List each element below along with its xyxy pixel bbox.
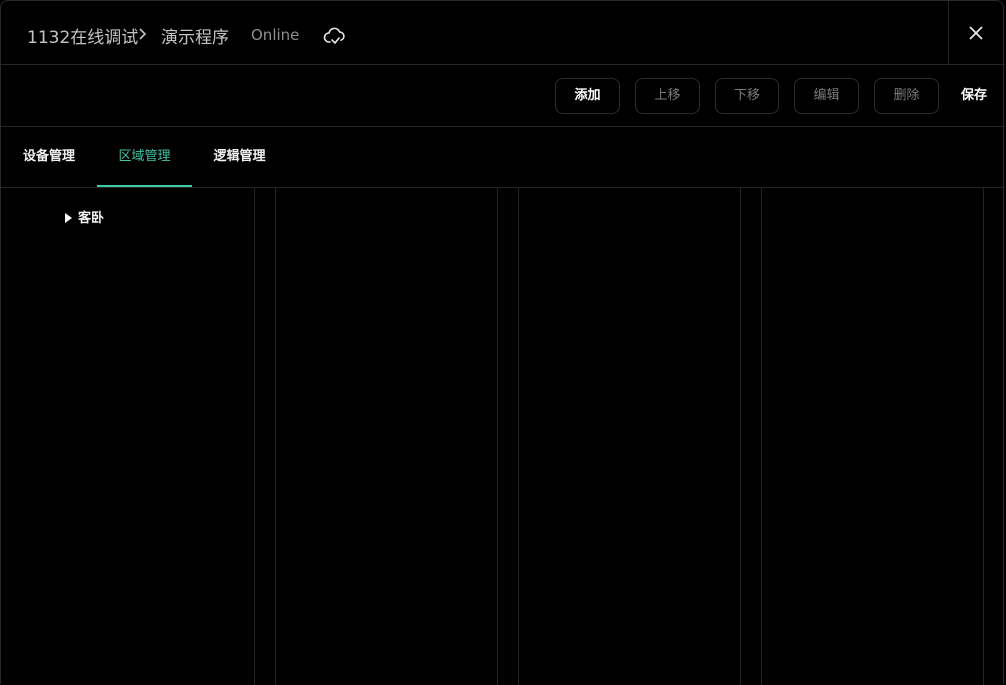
debug-window: 1132在线调试 演示程序 Online 添加 上移 下移 编辑 删除 保存 设…	[0, 0, 1005, 685]
caret-right-icon[interactable]	[65, 213, 72, 223]
close-button[interactable]	[948, 1, 1005, 65]
tab-area-management[interactable]: 区域管理	[97, 127, 192, 187]
column-divider	[740, 188, 741, 685]
column-divider	[254, 188, 255, 685]
cloud-sync-icon[interactable]	[323, 25, 347, 49]
edit-button[interactable]: 编辑	[794, 78, 859, 114]
save-button[interactable]: 保存	[953, 78, 987, 114]
column-divider	[275, 188, 276, 685]
add-button[interactable]: 添加	[555, 78, 620, 114]
close-icon	[969, 26, 983, 40]
connection-status: Online	[251, 26, 300, 44]
breadcrumb-program: 演示程序	[161, 28, 229, 48]
column-divider	[761, 188, 762, 685]
column-divider	[983, 188, 984, 685]
column-divider	[497, 188, 498, 685]
chevron-right-icon	[139, 28, 147, 40]
tree-item-label: 客卧	[78, 211, 105, 226]
tab-bar: 设备管理 区域管理 逻辑管理	[1, 127, 1005, 188]
area-content: 客卧	[1, 188, 1005, 685]
column-divider	[518, 188, 519, 685]
tab-logic-management[interactable]: 逻辑管理	[192, 127, 287, 187]
move-down-button[interactable]: 下移	[715, 78, 779, 114]
window-header: 1132在线调试 演示程序 Online	[1, 1, 1005, 65]
move-up-button[interactable]: 上移	[635, 78, 700, 114]
breadcrumb-project[interactable]: 1132在线调试	[27, 23, 138, 48]
tab-device-management[interactable]: 设备管理	[1, 127, 97, 187]
delete-button[interactable]: 删除	[874, 78, 939, 114]
tree-item[interactable]: 客卧	[65, 210, 104, 228]
toolbar: 添加 上移 下移 编辑 删除 保存	[1, 65, 1005, 127]
